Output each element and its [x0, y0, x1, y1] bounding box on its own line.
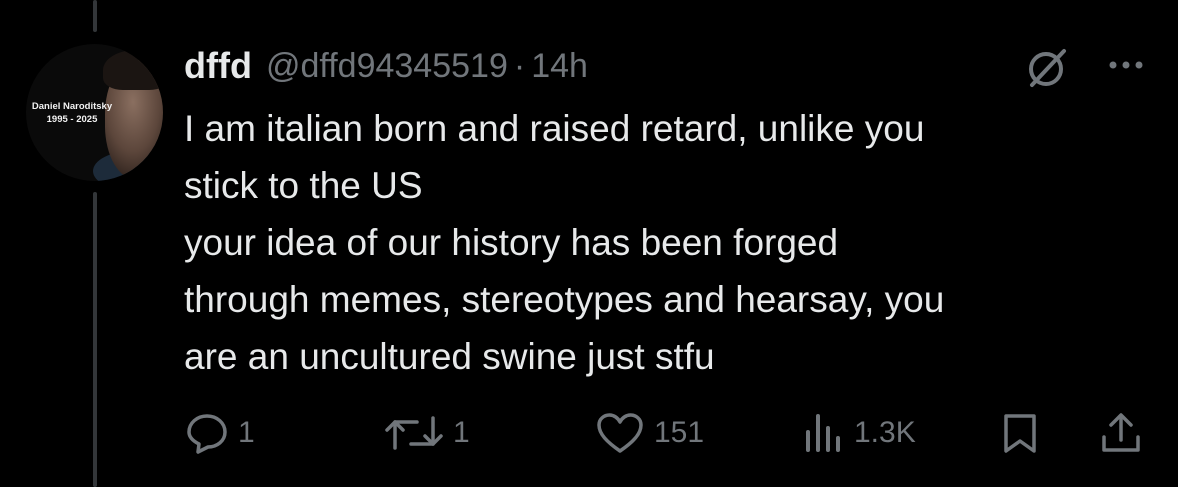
views-count: 1.3K: [854, 416, 916, 449]
reply-icon: [184, 410, 230, 456]
views-button[interactable]: 1.3K: [800, 408, 916, 458]
like-count: 151: [654, 416, 705, 449]
avatar-hair: [103, 50, 163, 90]
avatar-memorial-name: Daniel Naroditsky: [31, 101, 113, 112]
reply-count: 1: [238, 416, 255, 449]
retweet-count: 1: [453, 416, 470, 449]
avatar-memorial-years: 1995 - 2025: [46, 114, 98, 125]
bookmark-icon: [998, 410, 1042, 456]
more-icon[interactable]: [1106, 50, 1146, 80]
thread-line-top: [93, 0, 97, 32]
heart-icon: [594, 410, 646, 456]
views-icon: [800, 410, 846, 456]
retweet-button[interactable]: 1: [383, 408, 470, 458]
avatar[interactable]: Daniel Naroditsky 1995 - 2025: [26, 44, 163, 181]
avatar-memorial-text: Daniel Naroditsky 1995 - 2025: [26, 100, 118, 126]
retweet-icon: [383, 410, 445, 456]
thread-line-bottom: [93, 192, 97, 487]
tweet-timestamp[interactable]: 14h: [531, 47, 588, 86]
share-icon: [1098, 410, 1144, 456]
share-button[interactable]: [1098, 408, 1144, 458]
tweet-text: I am italian born and raised retard, unl…: [184, 108, 945, 377]
reply-button[interactable]: 1: [184, 408, 255, 458]
like-button[interactable]: 151: [594, 408, 704, 458]
tweet-header: dffd @dffd94345519 · 14h: [184, 44, 588, 88]
author-handle[interactable]: @dffd94345519: [266, 47, 508, 86]
author-name[interactable]: dffd: [184, 45, 252, 87]
grok-icon[interactable]: [1023, 44, 1071, 92]
bookmark-button[interactable]: [998, 408, 1042, 458]
header-separator: ·: [513, 46, 526, 85]
